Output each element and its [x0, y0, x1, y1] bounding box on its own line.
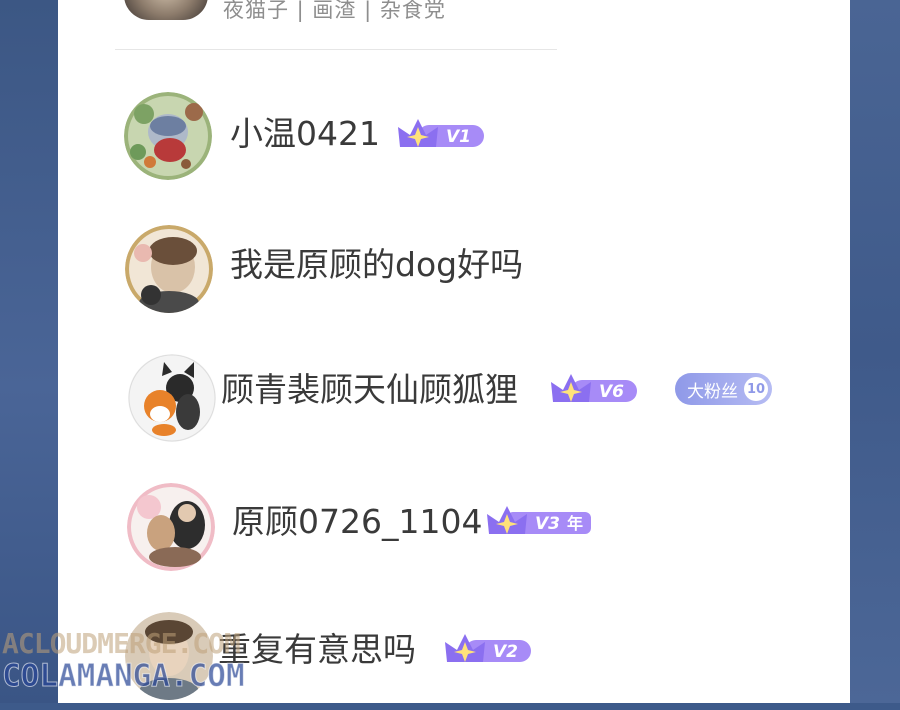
vip-level-text: V3 [535, 514, 560, 534]
avatar-image [125, 225, 213, 313]
avatar-image [124, 92, 212, 180]
username[interactable]: 重复有意思吗 [218, 630, 416, 670]
vip-level-badge: V6 [549, 370, 641, 410]
fan-badge-label: 大粉丝 [687, 381, 738, 402]
avatar[interactable] [127, 483, 215, 571]
watermark-line-1: ACLOUDMERGE.COM [2, 627, 241, 660]
avatar[interactable] [128, 354, 216, 442]
username[interactable]: 原顾0726_1104 [232, 502, 482, 542]
vip-level-text: V2 [493, 642, 518, 662]
user-bio: 夜猫子 | 画渣 | 杂食党 [223, 0, 446, 22]
list-item-partial[interactable]: 夜猫子 | 画渣 | 杂食党 [58, 0, 850, 52]
fan-level-badge: 大粉丝 10 [675, 373, 772, 405]
comment-list-panel: 夜猫子 | 画渣 | 杂食党 小温0421 V1 我是原顾的dog好吗 顾青裴顾… [58, 0, 850, 703]
background-right [850, 0, 900, 703]
username[interactable]: 小温0421 [230, 114, 380, 154]
divider [115, 49, 557, 50]
list-item[interactable]: 我是原顾的dog好吗 [58, 212, 850, 322]
watermark-line-2: COLAMANGA.COM [2, 658, 246, 694]
avatar-image [128, 354, 216, 442]
vip-level-badge: V1 [396, 115, 488, 155]
list-item[interactable]: 顾青裴顾天仙顾狐狸 V6 大粉丝 10 [58, 340, 850, 450]
vip-level-badge: V3 年 [485, 502, 595, 542]
list-item[interactable]: 小温0421 V1 [58, 80, 850, 190]
watermark: ACLOUDMERGE.COM COLAMANGA.COM [2, 627, 246, 694]
list-item[interactable]: 原顾0726_1104 V3 年 [58, 472, 850, 582]
username[interactable]: 顾青裴顾天仙顾狐狸 [221, 370, 518, 410]
vip-level-badge: V2 [443, 630, 535, 670]
avatar[interactable] [124, 0, 208, 20]
vip-level-text: V6 [599, 382, 624, 402]
vip-level-text: V1 [446, 127, 471, 147]
username[interactable]: 我是原顾的dog好吗 [230, 245, 523, 285]
fan-badge-level: 10 [744, 377, 768, 401]
avatar[interactable] [124, 92, 212, 180]
avatar-image [127, 483, 215, 571]
vip-level-suffix: 年 [567, 514, 583, 533]
background-left [0, 0, 58, 703]
avatar[interactable] [125, 225, 213, 313]
